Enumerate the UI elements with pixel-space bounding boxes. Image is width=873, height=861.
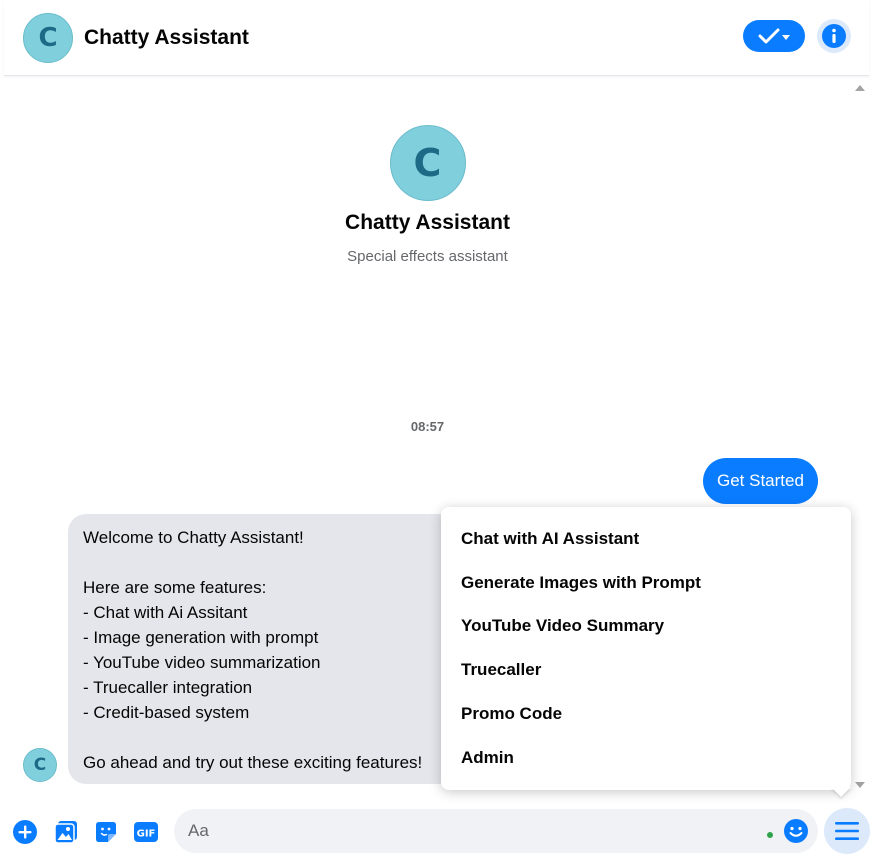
- header-title[interactable]: Chatty Assistant: [84, 26, 249, 50]
- profile-name: Chatty Assistant: [345, 211, 510, 234]
- menu-item-chat-ai[interactable]: Chat with AI Assistant: [441, 517, 851, 561]
- checkmark-dropdown-icon: [758, 28, 790, 44]
- message-input[interactable]: [188, 809, 748, 853]
- menu-item-generate-images[interactable]: Generate Images with Prompt: [441, 561, 851, 605]
- message-avatar: C: [23, 748, 57, 782]
- plus-circle-icon: [13, 820, 37, 844]
- info-button[interactable]: [817, 19, 851, 53]
- scrollbar[interactable]: [851, 77, 869, 798]
- image-icon: [54, 821, 77, 844]
- status-dot: [767, 832, 773, 838]
- svg-text:GIF: GIF: [137, 829, 156, 840]
- scroll-up-arrow[interactable]: [855, 85, 865, 91]
- menu-item-youtube-summary[interactable]: YouTube Video Summary: [441, 605, 851, 649]
- profile-subtitle: Special effects assistant: [347, 248, 508, 265]
- header-actions: [743, 19, 851, 53]
- message-timestamp: 08:57: [410, 419, 445, 434]
- gif-icon: GIF: [134, 822, 158, 842]
- add-button[interactable]: [12, 819, 38, 845]
- sticker-icon: [96, 822, 116, 842]
- outgoing-message[interactable]: Get Started: [703, 458, 818, 504]
- hamburger-menu-icon: [835, 822, 859, 840]
- profile-avatar: C: [389, 125, 466, 201]
- emoji-button[interactable]: [783, 818, 809, 844]
- chat-header: C Chatty Assistant: [4, 0, 869, 76]
- header-avatar[interactable]: C: [23, 12, 73, 63]
- scroll-down-arrow[interactable]: [855, 782, 865, 788]
- bot-status-button[interactable]: [743, 20, 805, 52]
- message-composer: GIF: [0, 800, 873, 861]
- menu-pointer: [831, 787, 851, 797]
- persistent-menu: Chat with AI Assistant Generate Images w…: [441, 507, 851, 790]
- message-input-container: [174, 809, 818, 853]
- persistent-menu-button[interactable]: [824, 808, 870, 854]
- info-icon: [822, 24, 846, 48]
- gif-button[interactable]: GIF: [133, 819, 159, 845]
- menu-item-promo-code[interactable]: Promo Code: [441, 692, 851, 736]
- photo-button[interactable]: [53, 819, 79, 845]
- profile-intro: C Chatty Assistant Special effects assis…: [4, 125, 851, 265]
- menu-item-truecaller[interactable]: Truecaller: [441, 648, 851, 692]
- menu-item-admin[interactable]: Admin: [441, 736, 851, 780]
- emoji-icon: [784, 819, 808, 843]
- sticker-button[interactable]: [93, 819, 119, 845]
- incoming-message[interactable]: Welcome to Chatty Assistant! Here are so…: [68, 514, 488, 784]
